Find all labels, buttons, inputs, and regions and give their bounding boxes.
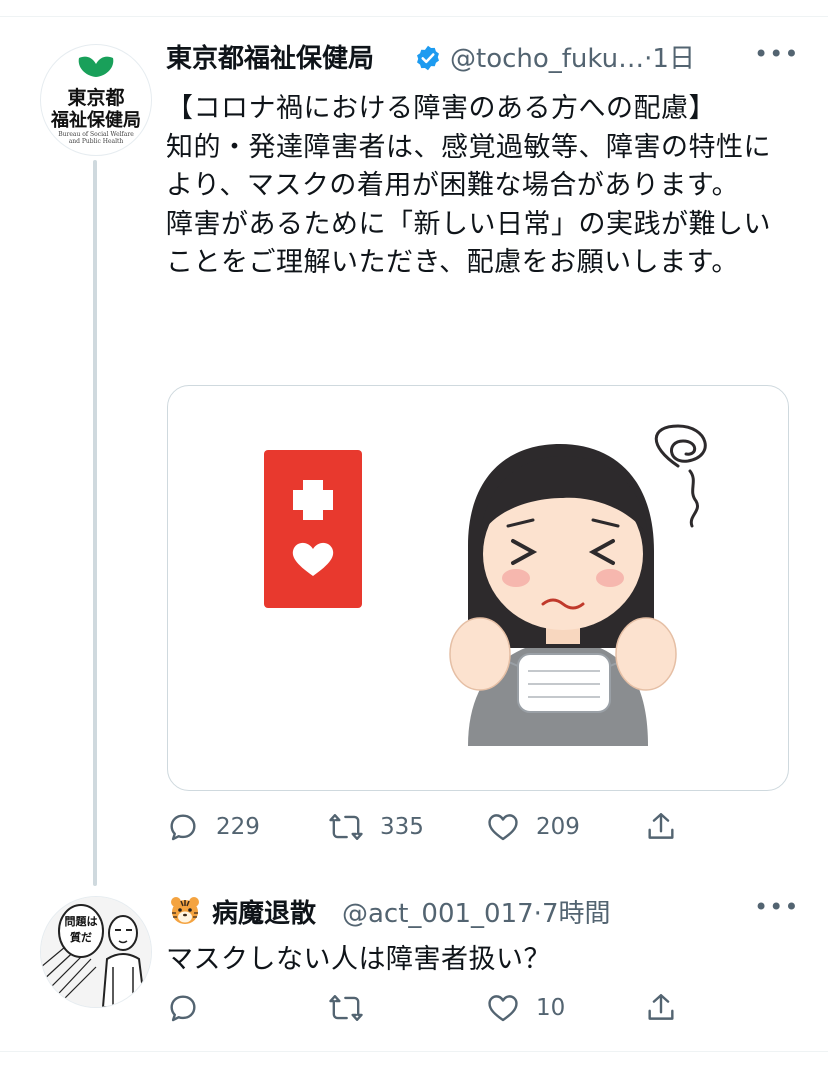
thread-connector-line bbox=[93, 160, 97, 886]
tweet-text: マスクしない人は障害者扱い？ bbox=[166, 944, 551, 975]
svg-text:質だ: 質だ bbox=[70, 930, 92, 944]
like-button[interactable]: 209 bbox=[486, 807, 580, 847]
avatar[interactable]: 問題は 質だ bbox=[40, 896, 152, 1008]
bottom-divider bbox=[0, 1051, 828, 1052]
top-divider bbox=[0, 16, 828, 17]
tweet-action-bar: 229 335 209 bbox=[166, 807, 696, 847]
author-handle-time[interactable]: @act_001_017·7時間 bbox=[342, 893, 610, 930]
retweet-button[interactable] bbox=[328, 988, 380, 1028]
more-options-button[interactable]: ••• bbox=[754, 40, 799, 68]
share-button[interactable] bbox=[644, 807, 678, 847]
tweet-text: 【コロナ禍における障害のある方への配慮】 知的・発達障害者は、感覚過敏等、障害の… bbox=[166, 93, 771, 278]
help-mark-icon bbox=[264, 450, 362, 608]
verified-badge-icon bbox=[417, 45, 439, 71]
woman-holding-mask-illustration bbox=[449, 424, 707, 746]
heart-icon bbox=[488, 814, 518, 841]
author-name[interactable]: 病魔退散 bbox=[212, 893, 316, 930]
reply-icon bbox=[170, 814, 196, 841]
reply-count: 229 bbox=[216, 814, 260, 840]
like-button[interactable]: 10 bbox=[486, 988, 565, 1028]
logo-line2: 福祉保健局 bbox=[51, 110, 141, 131]
retweet-count: 335 bbox=[380, 814, 424, 840]
author-name[interactable]: 東京都福祉保健局 bbox=[166, 38, 374, 75]
reply-icon bbox=[170, 995, 196, 1022]
tiger-face-icon bbox=[171, 897, 199, 924]
author-handle-time[interactable]: @tocho_fuku…·1日 bbox=[450, 38, 695, 75]
manga-avatar-image: 問題は 質だ bbox=[41, 897, 151, 1007]
retweet-icon bbox=[329, 995, 363, 1021]
more-options-button[interactable]: ••• bbox=[754, 893, 799, 921]
reply-button[interactable]: 229 bbox=[166, 807, 260, 847]
retweet-icon bbox=[329, 814, 363, 840]
like-count: 209 bbox=[536, 814, 580, 840]
heart-icon bbox=[488, 995, 518, 1022]
tweet-media-card[interactable] bbox=[167, 385, 789, 791]
media-illustration bbox=[264, 424, 707, 746]
svg-text:問題は: 問題は bbox=[65, 915, 98, 928]
share-icon bbox=[648, 813, 674, 839]
share-button[interactable] bbox=[644, 988, 678, 1028]
like-count: 10 bbox=[536, 995, 566, 1021]
tweet-action-bar: 10 bbox=[166, 988, 696, 1028]
avatar[interactable]: 東京都 福祉保健局 Bureau of Social Welfare and P… bbox=[40, 44, 152, 156]
share-icon bbox=[648, 994, 674, 1020]
logo-english-text: Bureau of Social Welfare and Public Heal… bbox=[58, 131, 134, 145]
retweet-button[interactable]: 335 bbox=[328, 807, 424, 847]
reply-button[interactable] bbox=[166, 988, 216, 1028]
